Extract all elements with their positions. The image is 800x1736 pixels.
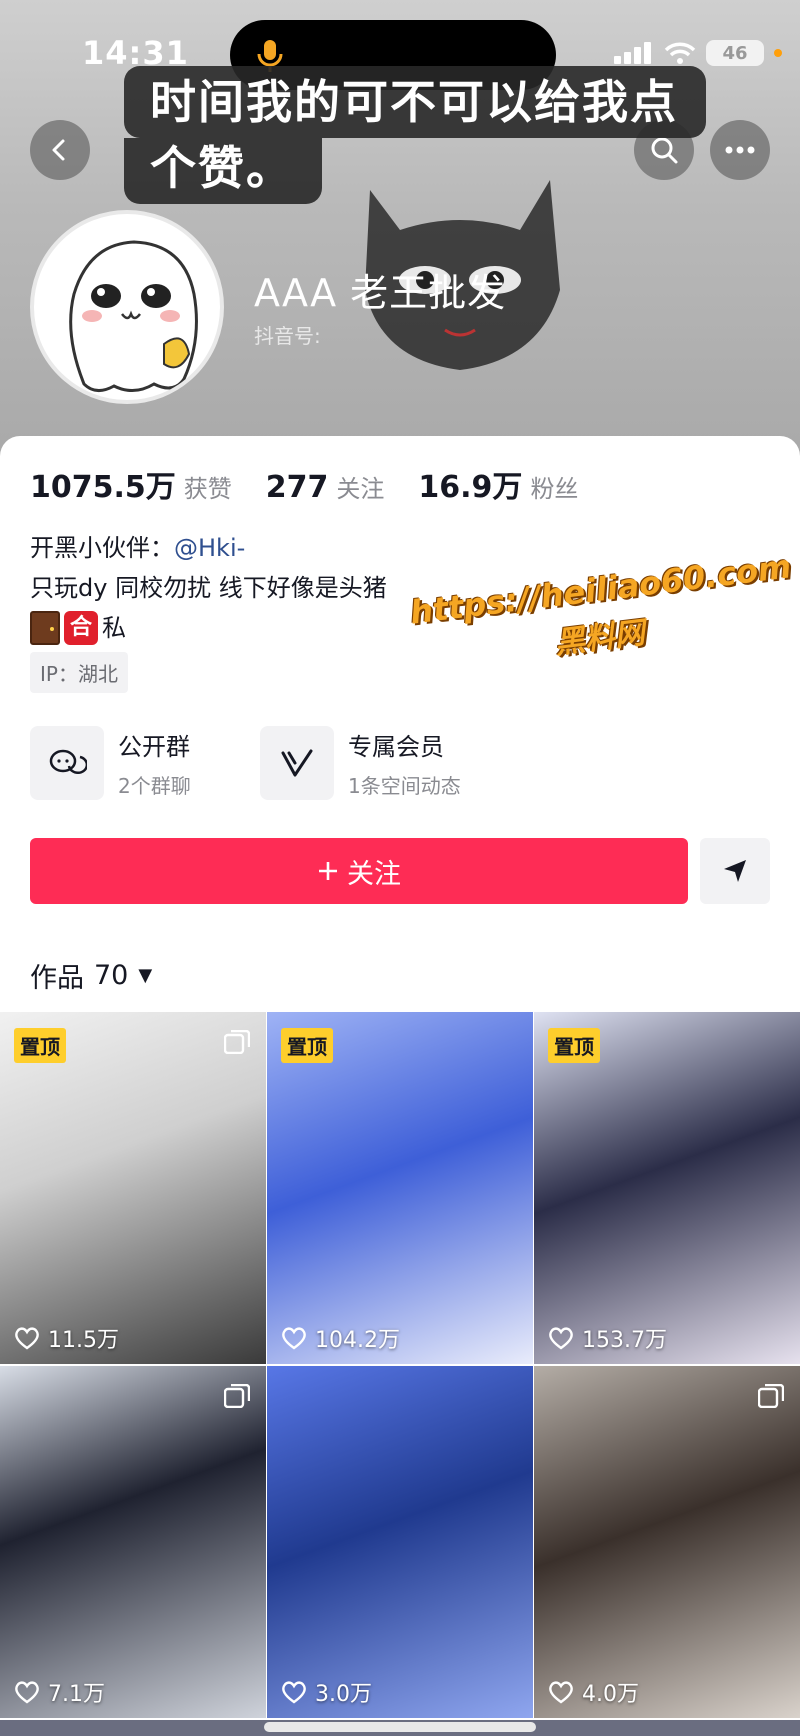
feature-title: 公开群 xyxy=(118,733,190,761)
video-tile[interactable]: 置顶 153.7万 xyxy=(534,1012,800,1364)
like-count: 104.2万 xyxy=(281,1322,400,1354)
caption-line-2: 个赞。 xyxy=(124,138,322,204)
like-count-value: 153.7万 xyxy=(582,1328,667,1353)
chat-bubbles-icon xyxy=(49,749,87,775)
chevron-left-icon xyxy=(52,139,65,161)
public-group-entry[interactable]: 公开群 2个群聊 xyxy=(30,726,191,800)
stat-label: 粉丝 xyxy=(530,475,579,503)
video-tile[interactable]: 置顶 104.2万 xyxy=(267,1012,533,1364)
like-count-value: 104.2万 xyxy=(315,1328,400,1353)
video-tile[interactable]: 置顶 11.5万 xyxy=(0,1012,266,1364)
follow-button[interactable]: 关注 xyxy=(30,838,688,904)
bio-prefix: 开黑小伙伴： xyxy=(30,534,174,562)
pinned-badge: 置顶 xyxy=(548,1028,600,1063)
recording-dot xyxy=(774,49,782,57)
bio-mention-link[interactable]: @Hki- xyxy=(174,534,245,562)
feature-subtitle: 1条空间动态 xyxy=(348,774,461,798)
multi-image-icon xyxy=(224,1384,250,1408)
profile-stats: 1075.5万 获赞 277 关注 16.9万 粉丝 xyxy=(30,462,578,506)
he-emoji-icon: 合 xyxy=(64,611,98,645)
bio-line-1: 开黑小伙伴：@Hki- xyxy=(30,528,387,568)
like-count: 4.0万 xyxy=(548,1676,639,1708)
video-tile[interactable]: 7.1万 xyxy=(0,1366,266,1718)
ghost-sticker-icon xyxy=(69,240,198,392)
heart-icon xyxy=(282,1681,306,1704)
like-count: 7.1万 xyxy=(14,1676,105,1708)
bio-suffix: 私 xyxy=(102,614,126,642)
door-emoji-icon xyxy=(30,611,60,645)
like-count-value: 11.5万 xyxy=(48,1328,119,1353)
heart-icon xyxy=(15,1681,39,1704)
video-tile[interactable]: 3.0万 xyxy=(267,1366,533,1718)
plus-icon xyxy=(319,862,337,880)
like-count: 11.5万 xyxy=(14,1322,119,1354)
send-arrow-icon xyxy=(724,860,746,882)
wifi-icon xyxy=(664,42,696,64)
back-button[interactable] xyxy=(30,120,90,180)
stat-value: 1075.5万 xyxy=(30,470,176,505)
like-count-value: 4.0万 xyxy=(582,1682,639,1707)
bio-line-2: 只玩dy 同校勿扰 线下好像是头猪 xyxy=(30,574,387,602)
multi-image-icon xyxy=(224,1030,250,1054)
douyin-id-label: 抖音号: xyxy=(254,324,321,348)
profile-nickname: AAA 老王批发 xyxy=(254,271,507,315)
heart-icon xyxy=(549,1681,573,1704)
heart-icon xyxy=(549,1327,573,1350)
stat-likes[interactable]: 1075.5万 获赞 xyxy=(30,462,232,506)
like-count: 153.7万 xyxy=(548,1322,667,1354)
profile-bio: 开黑小伙伴：@Hki- 只玩dy 同校勿扰 线下好像是头猪 合 私 xyxy=(30,528,387,648)
feature-subtitle: 2个群聊 xyxy=(118,774,191,798)
status-indicators: 46 xyxy=(614,40,782,66)
stat-value: 277 xyxy=(265,470,329,505)
video-tile[interactable]: 4.0万 xyxy=(534,1366,800,1718)
feature-icon-box xyxy=(260,726,334,800)
bio-line-3: 合 私 xyxy=(30,608,387,648)
stat-following[interactable]: 277 关注 xyxy=(266,469,385,505)
caret-down-icon: ▼ xyxy=(138,965,153,986)
heart-icon xyxy=(15,1327,39,1350)
feature-icon-box xyxy=(30,726,104,800)
stat-label: 关注 xyxy=(336,475,385,503)
multi-image-icon xyxy=(758,1384,784,1408)
watermark: https://heiliao60.com 黑料网 xyxy=(408,547,799,679)
caption-line-1: 时间我的可不可以给我点 xyxy=(124,66,706,138)
exclusive-member-entry[interactable]: 专属会员 1条空间动态 xyxy=(260,726,461,800)
profile-header: 14:31 46 时间我的可不可以给我点 个赞。 AAA 老王批发 抖音号: xyxy=(0,0,800,460)
stat-label: 获赞 xyxy=(183,475,232,503)
works-tab[interactable]: 作品 70 ▼ xyxy=(30,956,152,995)
ip-location-tag: IP：湖北 xyxy=(30,652,128,693)
v-member-icon xyxy=(281,749,313,777)
pinned-badge: 置顶 xyxy=(14,1028,66,1063)
share-button[interactable] xyxy=(700,838,770,904)
pinned-badge: 置顶 xyxy=(281,1028,333,1063)
home-indicator[interactable] xyxy=(264,1722,536,1732)
follow-label: 关注 xyxy=(347,858,401,890)
signal-icon xyxy=(614,42,651,64)
heart-icon xyxy=(282,1327,306,1350)
works-count: 70 xyxy=(94,960,129,991)
like-count-value: 7.1万 xyxy=(48,1682,105,1707)
like-count: 3.0万 xyxy=(281,1676,372,1708)
battery-icon: 46 xyxy=(706,40,764,66)
feature-title: 专属会员 xyxy=(348,733,444,761)
video-grid: 置顶 11.5万 置顶 104.2万 置顶 153.7万 7.1万 3.0万 4… xyxy=(0,1012,800,1718)
stat-followers[interactable]: 16.9万 粉丝 xyxy=(418,462,578,506)
like-count-value: 3.0万 xyxy=(315,1682,372,1707)
avatar[interactable] xyxy=(30,210,224,404)
stat-value: 16.9万 xyxy=(418,470,523,505)
works-label: 作品 xyxy=(30,963,84,994)
